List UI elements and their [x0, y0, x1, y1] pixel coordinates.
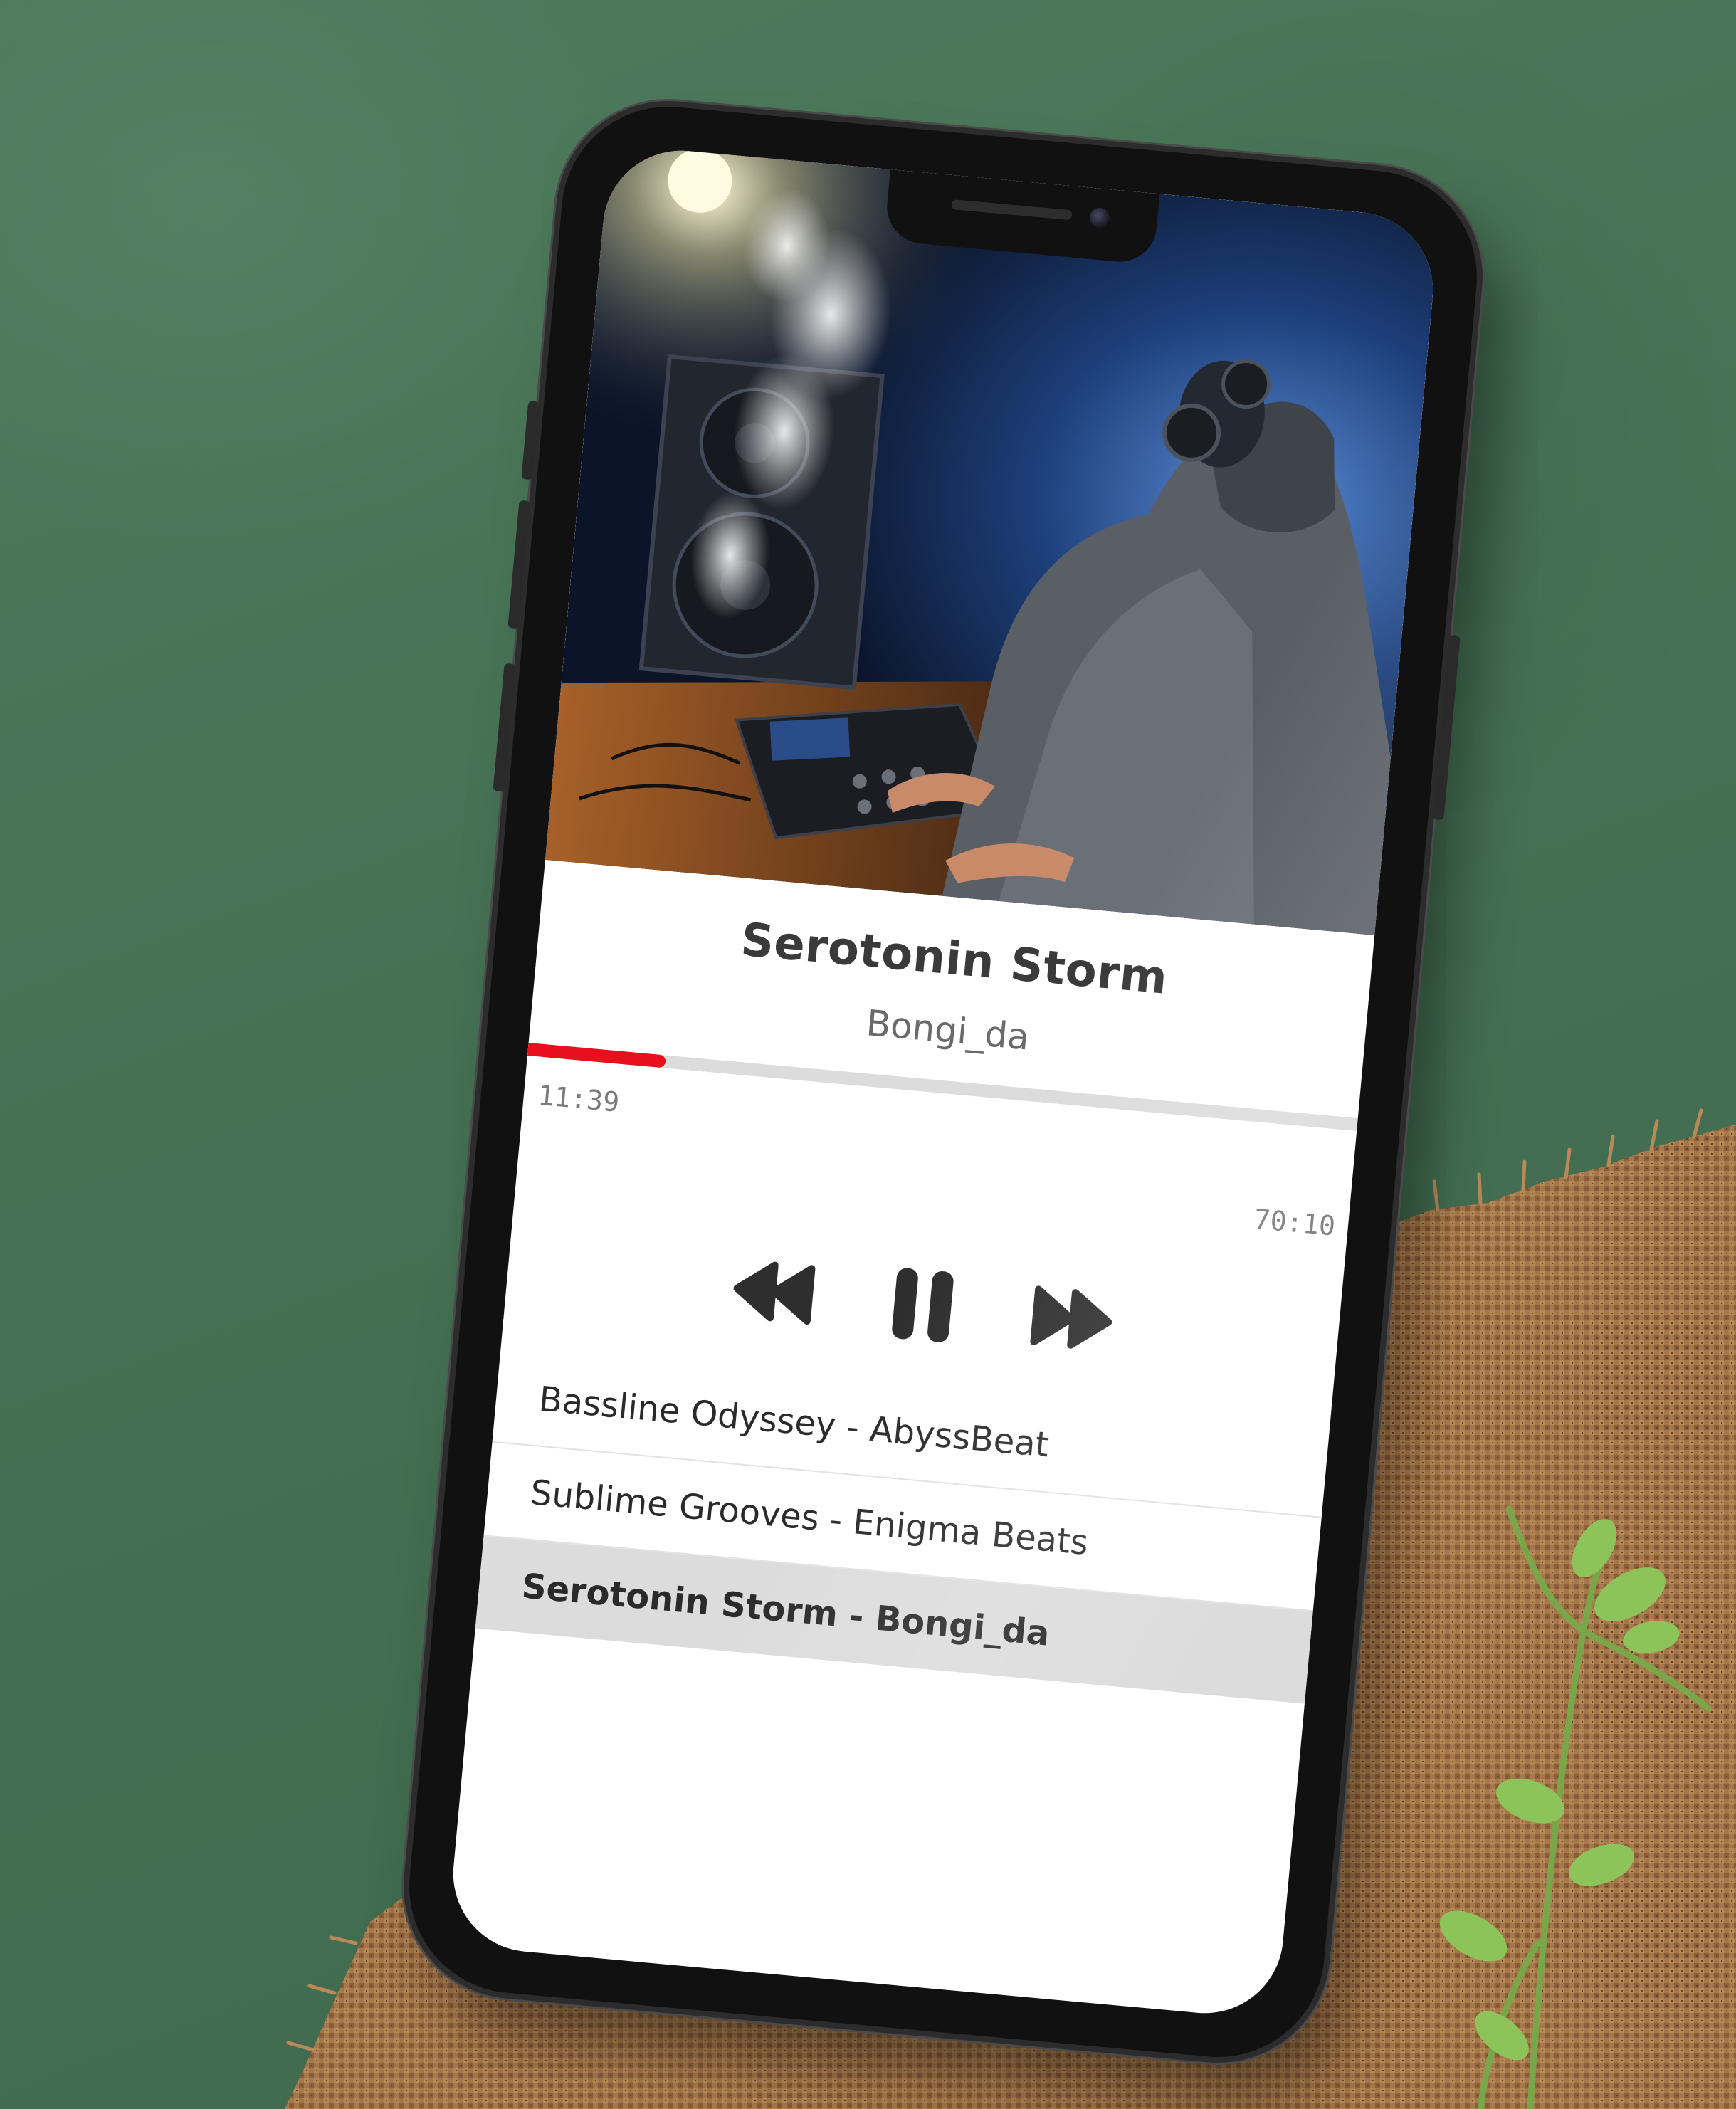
pause-button[interactable] [865, 1247, 981, 1363]
playlist: Bassline Odyssey - AbyssBeat Sublime Gro… [475, 1349, 1330, 1704]
rewind-icon [733, 1261, 816, 1325]
time-elapsed: 11:39 [536, 1079, 621, 1118]
front-camera [1088, 206, 1111, 229]
phone-screen: Serotonin Storm Bongi_da 11:39 70:10 Bas… [446, 144, 1440, 2020]
progress-fill [527, 1042, 667, 1068]
playlist-item-label: Bassline Odyssey - AbyssBeat [537, 1379, 1051, 1466]
earpiece-speaker [951, 199, 1073, 221]
album-art-image [545, 144, 1440, 936]
fast-forward-icon [1030, 1285, 1112, 1349]
pause-icon [892, 1268, 954, 1342]
rewind-button[interactable] [716, 1234, 832, 1350]
phone-device: Serotonin Storm Bongi_da 11:39 70:10 Bas… [400, 98, 1486, 2066]
fast-forward-button[interactable] [1014, 1261, 1130, 1377]
time-total: 70:10 [1252, 1203, 1337, 1242]
